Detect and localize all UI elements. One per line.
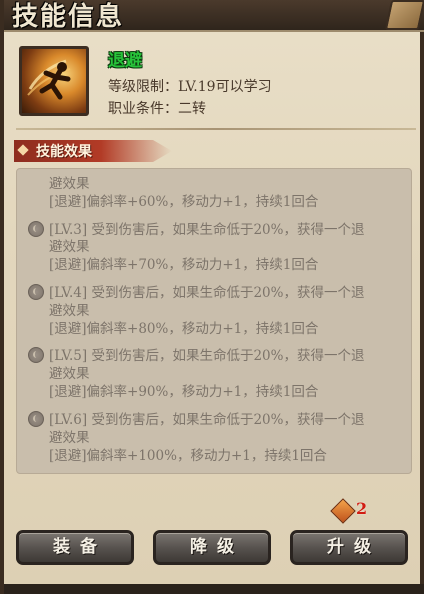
effect-line: 避效果 bbox=[49, 366, 90, 382]
skill-point-cost: 2 bbox=[356, 499, 368, 518]
effect-line: [LV.4] 受到伤害后，如果生命低于20%，获得一个退 bbox=[49, 285, 365, 301]
effect-bullet-icon bbox=[28, 347, 44, 363]
header-divider bbox=[16, 128, 416, 130]
skill-point-icon bbox=[330, 498, 356, 524]
effect-line: [退避]偏斜率+80%，移动力+1，持续1回合 bbox=[49, 321, 319, 337]
effect-line: [退避]偏斜率+70%，移动力+1，持续1回合 bbox=[49, 257, 319, 273]
bottom-border bbox=[4, 584, 424, 594]
effect-line: 避效果 bbox=[49, 176, 90, 192]
level-requirement: 等级限制：LV.19可以学习 bbox=[108, 79, 272, 95]
effect-bullet-icon bbox=[28, 411, 44, 427]
effect-line: [退避]偏斜率+90%，移动力+1，持续1回合 bbox=[49, 384, 319, 400]
window-title: 技能信息 bbox=[12, 2, 125, 32]
effect-line: [退避]偏斜率+60%，移动力+1，持续1回合 bbox=[49, 194, 319, 210]
title-bar: 技能信息 bbox=[4, 0, 424, 32]
downgrade-button[interactable]: 降级 bbox=[153, 530, 271, 565]
effects-scroll-area[interactable]: 避效果 [退避]偏斜率+60%，移动力+1，持续1回合 [LV.3] 受到伤害后… bbox=[16, 168, 412, 474]
effect-bullet-icon bbox=[28, 221, 44, 237]
effect-line: 避效果 bbox=[49, 239, 90, 255]
skill-info-panel: 技能信息 退避 等级限制：LV.19可以学习 职业条件：二转 技能效果 避效果 … bbox=[0, 0, 424, 594]
effect-line: [LV.3] 受到伤害后，如果生命低于20%，获得一个退 bbox=[49, 222, 365, 238]
upgrade-button[interactable]: 升级 bbox=[290, 530, 408, 565]
effect-line: [LV.6] 受到伤害后，如果生命低于20%，获得一个退 bbox=[49, 412, 365, 428]
dodge-skill-icon bbox=[19, 46, 89, 116]
equip-button[interactable]: 装备 bbox=[16, 530, 134, 565]
effect-line: [退避]偏斜率+100%，移动力+1，持续1回合 bbox=[49, 448, 327, 464]
effect-line: 避效果 bbox=[49, 430, 90, 446]
skill-name: 退避 bbox=[108, 51, 142, 71]
section-label: 技能效果 bbox=[36, 144, 92, 160]
effect-line: [LV.5] 受到伤害后，如果生命低于20%，获得一个退 bbox=[49, 348, 365, 364]
effect-bullet-icon bbox=[28, 284, 44, 300]
effect-line: 避效果 bbox=[49, 303, 90, 319]
class-requirement: 职业条件：二转 bbox=[108, 101, 206, 117]
corner-ornament-icon bbox=[384, 0, 424, 30]
